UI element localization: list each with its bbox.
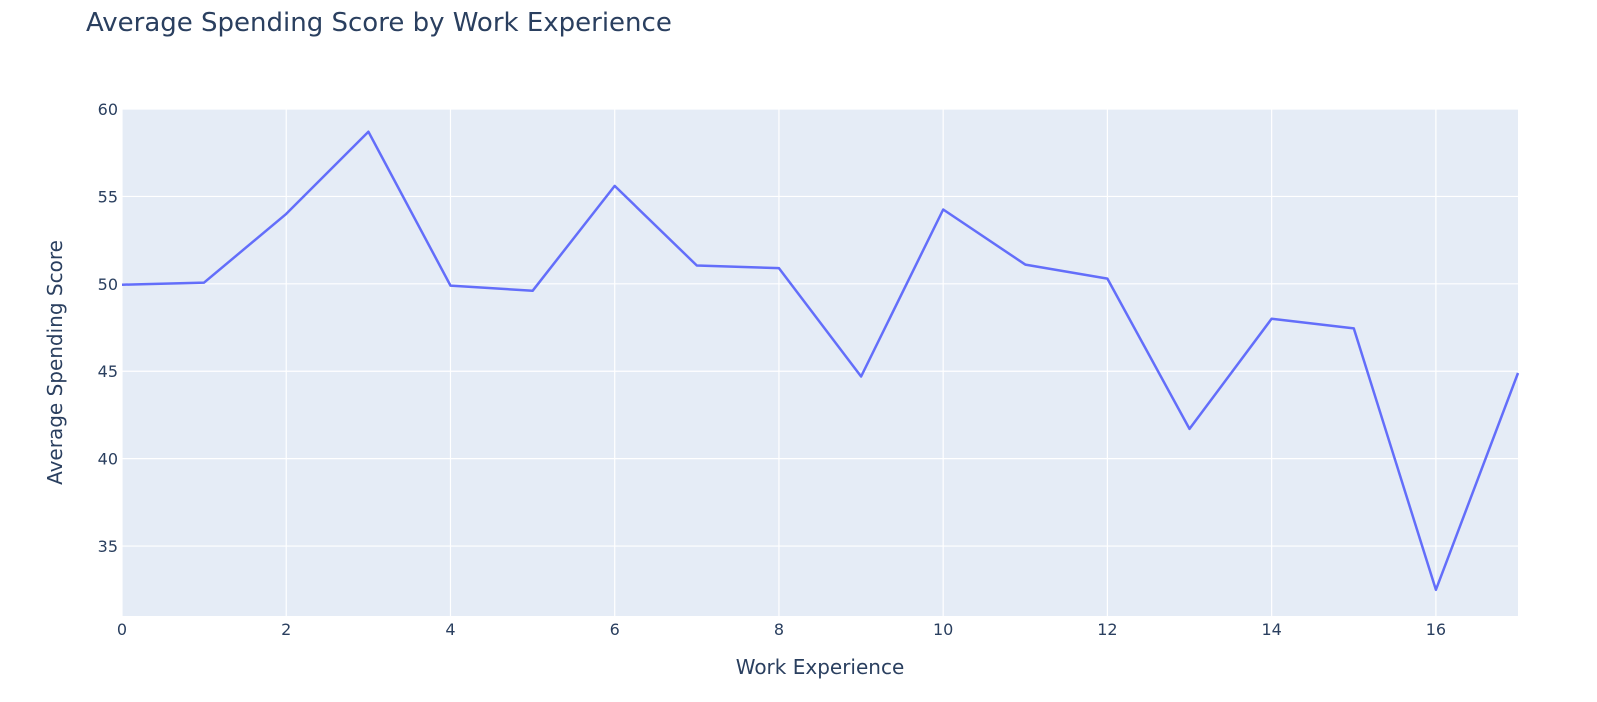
x-tick-label: 10 — [933, 620, 953, 639]
y-axis-title: Average Spending Score — [43, 240, 67, 485]
y-tick-label: 50 — [98, 275, 118, 294]
x-tick-label: 14 — [1261, 620, 1281, 639]
x-tick-label: 4 — [445, 620, 455, 639]
y-tick-label: 35 — [98, 537, 118, 556]
line-chart: 0 2 4 6 8 10 12 14 16 35 40 45 50 55 60 Work Experienc… — [43, 100, 1520, 679]
y-tick-label: 40 — [98, 450, 118, 469]
y-tick-label: 60 — [98, 100, 118, 119]
x-axis-title: Work Experience — [736, 655, 905, 679]
y-tick-label: 55 — [98, 187, 118, 206]
chart-container: Average Spending Score by Work Experienc… — [0, 0, 1597, 702]
x-tick-label: 12 — [1097, 620, 1117, 639]
x-tick-label: 6 — [610, 620, 620, 639]
x-tick-label: 16 — [1426, 620, 1446, 639]
y-tick-label: 45 — [98, 362, 118, 381]
x-tick-label: 0 — [117, 620, 127, 639]
plot-area — [122, 109, 1518, 616]
x-tick-label: 8 — [774, 620, 784, 639]
x-tick-label: 2 — [281, 620, 291, 639]
